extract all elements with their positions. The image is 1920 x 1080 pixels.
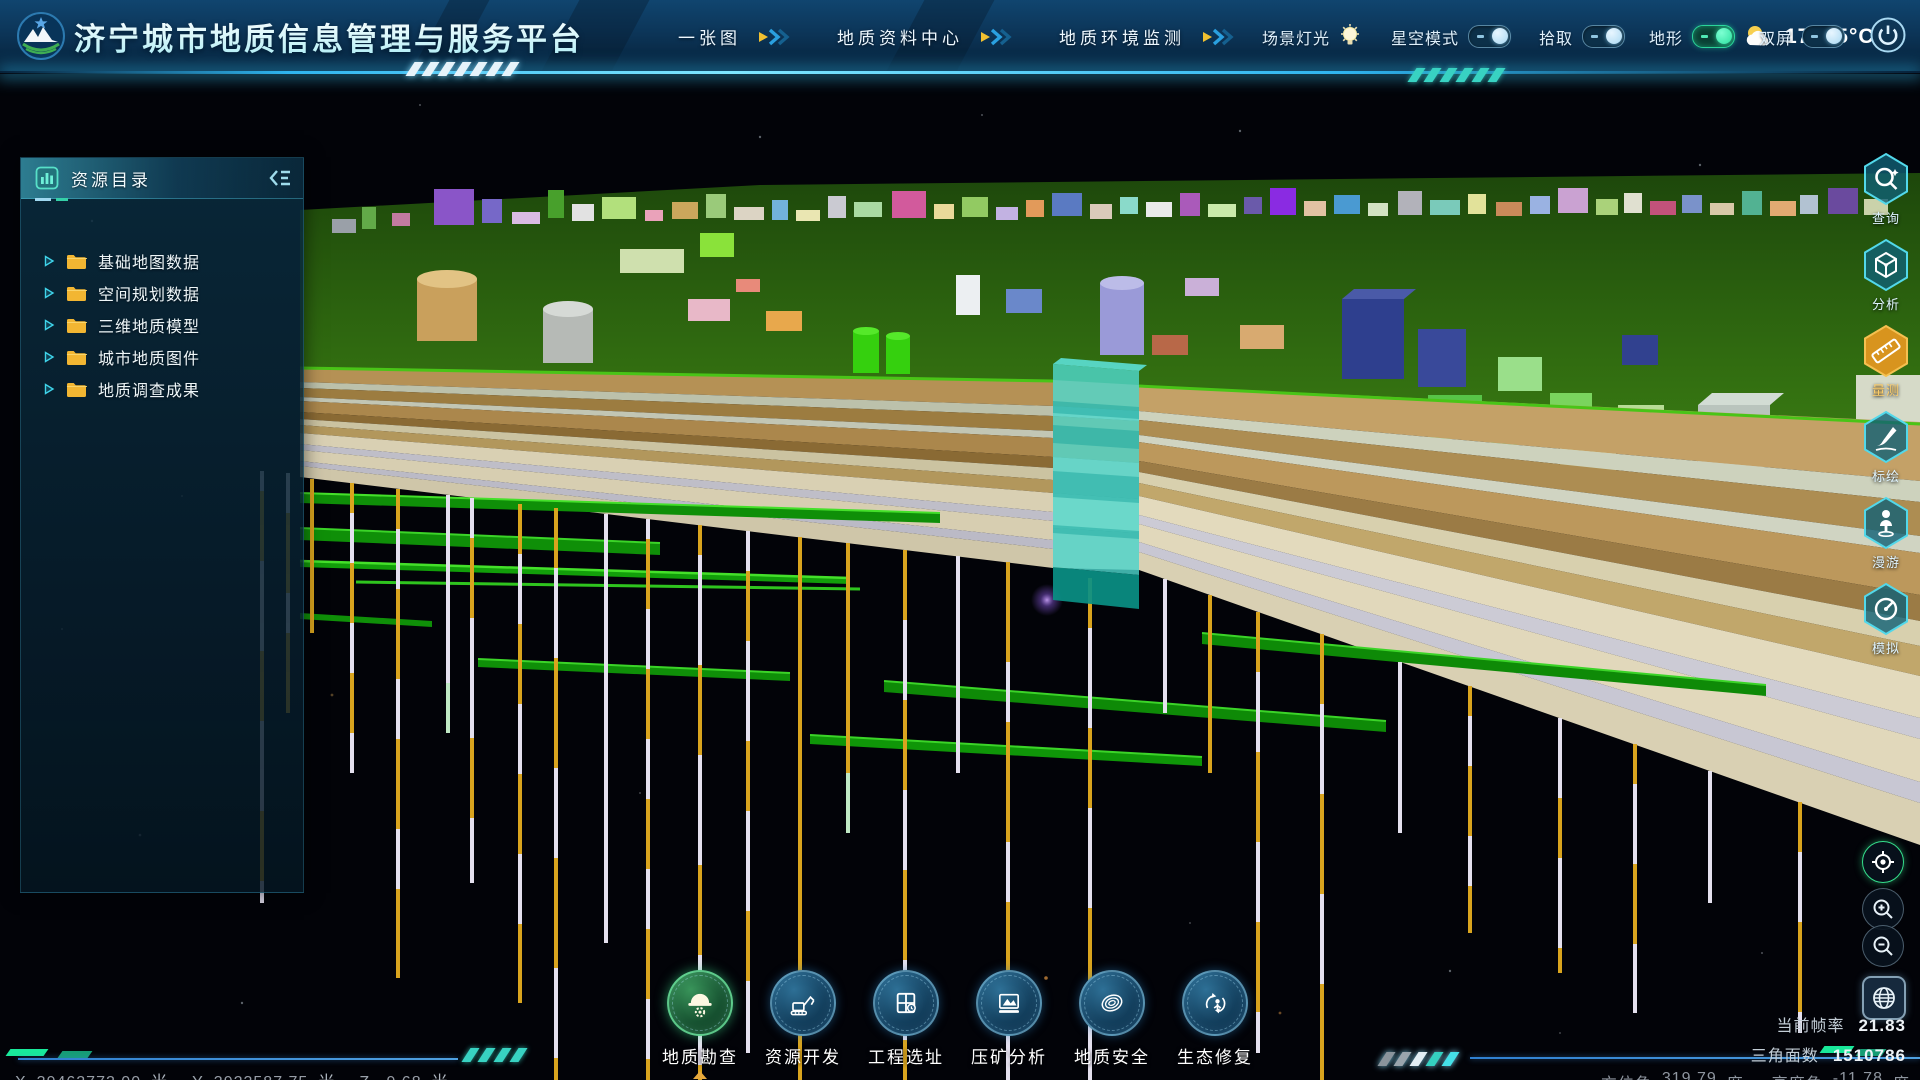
top-header-bar: 济宁城市地质信息管理与服务平台 一张图 地质资料中心 地质环境监测 xyxy=(0,0,1920,73)
tree-item-base-map-data[interactable]: 基础地图数据 xyxy=(21,245,303,277)
selection-column xyxy=(1053,358,1147,609)
cursor-coordinates: X39462772.00米 Y3923587.75米 Z-9.68米 xyxy=(15,1068,463,1080)
dock-site-selection[interactable]: 工程选址 xyxy=(851,970,961,1068)
tree-item-3d-geo-model[interactable]: 三维地质模型 xyxy=(21,309,303,341)
person-roam-icon xyxy=(1862,496,1910,550)
search-icon xyxy=(1862,152,1910,206)
strata-contour-icon xyxy=(1079,970,1145,1036)
fps-value: 21.83 xyxy=(1858,1016,1906,1036)
dock-ore-pressure-analysis[interactable]: 压矿分析 xyxy=(954,970,1064,1068)
mountain-ore-icon xyxy=(976,970,1042,1036)
tree-item-spatial-planning-data[interactable]: 空间规划数据 xyxy=(21,277,303,309)
crosshair-locate-icon xyxy=(1871,850,1895,874)
toggle-starsky[interactable] xyxy=(1468,25,1511,48)
zoom-out-icon xyxy=(1871,934,1895,958)
expand-arrow-icon[interactable] xyxy=(43,351,55,363)
tree-item-geo-survey-results[interactable]: 地质调查成果 xyxy=(21,373,303,405)
power-button[interactable] xyxy=(1869,16,1907,54)
platform-logo xyxy=(16,11,66,61)
nav-item-data-center[interactable]: 地质资料中心 xyxy=(837,24,1013,49)
toggle-dualscreen[interactable] xyxy=(1802,25,1845,48)
dock-resource-development[interactable]: 资源开发 xyxy=(748,970,858,1068)
folder-icon xyxy=(66,317,87,334)
right-toolbar: 查询 分析 量测 标绘 xyxy=(1856,152,1916,657)
panel-header-decor xyxy=(35,198,68,201)
main-nav: 一张图 地质资料中心 地质环境监测 xyxy=(678,0,1235,73)
excavator-icon xyxy=(770,970,836,1036)
header-glow-line xyxy=(0,71,1920,74)
scene-light-label: 场景灯光 xyxy=(1262,25,1330,49)
double-chevron-right-icon xyxy=(1201,28,1235,46)
toggle-dualscreen-label: 双屏 xyxy=(1759,25,1793,49)
tree-item-urban-geo-maps[interactable]: 城市地质图件 xyxy=(21,341,303,373)
nav-item-env-monitor[interactable]: 地质环境监测 xyxy=(1059,24,1235,49)
expand-arrow-icon[interactable] xyxy=(43,255,55,267)
dock-geological-survey[interactable]: 地质勘查 xyxy=(645,970,755,1079)
decor-slashes-top-left xyxy=(410,62,515,76)
eco-restore-icon xyxy=(1182,970,1248,1036)
ruler-measure-icon xyxy=(1862,324,1910,378)
zoom-in-icon xyxy=(1871,897,1895,921)
triangles-label: 三角面数 xyxy=(1751,1042,1819,1066)
panel-header: 资源目录 xyxy=(21,158,303,199)
tool-roam[interactable]: 漫游 xyxy=(1862,496,1910,571)
tool-query[interactable]: 查询 xyxy=(1862,152,1910,227)
globe-icon xyxy=(1871,985,1897,1011)
locate-button[interactable] xyxy=(1862,841,1904,883)
bar-chart-icon xyxy=(35,166,59,190)
double-chevron-right-icon xyxy=(757,28,791,46)
resource-catalog-panel: 资源目录 基础地图数据 空间规划数据 三维地质模型 城市地质图件 xyxy=(20,157,304,893)
toggle-terrain-label: 地形 xyxy=(1649,25,1683,49)
folder-icon xyxy=(66,381,87,398)
building-site-icon xyxy=(873,970,939,1036)
light-bulb-icon[interactable] xyxy=(1337,23,1363,51)
decor-slashes-bottom-left xyxy=(466,1048,523,1062)
decor-slashes-top-right xyxy=(1412,68,1501,82)
folder-icon xyxy=(66,349,87,366)
toggle-pick[interactable] xyxy=(1582,25,1625,48)
fps-label: 当前帧率 xyxy=(1776,1012,1844,1036)
tool-measure[interactable]: 量测 xyxy=(1862,324,1910,399)
panel-title: 资源目录 xyxy=(71,166,151,191)
dock-geological-safety[interactable]: 地质安全 xyxy=(1057,970,1167,1068)
expand-arrow-icon[interactable] xyxy=(43,287,55,299)
active-dock-caret xyxy=(693,1071,707,1079)
tool-analyze[interactable]: 分析 xyxy=(1862,238,1910,313)
zoom-out-button[interactable] xyxy=(1862,925,1904,967)
decor-slashes-bottom-right xyxy=(1382,1052,1455,1066)
zoom-in-button[interactable] xyxy=(1862,888,1904,930)
expand-arrow-icon[interactable] xyxy=(43,383,55,395)
toggle-starsky-label: 星空模式 xyxy=(1391,25,1459,49)
decor-dash xyxy=(6,1049,49,1056)
header-controls: 场景灯光 星空模式 拾取 地形 双屏 xyxy=(1262,0,1845,73)
decor-dash xyxy=(58,1051,93,1058)
cube-analyze-icon xyxy=(1862,238,1910,292)
collapse-panel-icon[interactable] xyxy=(269,167,293,189)
folder-icon xyxy=(66,253,87,270)
camera-angles: 方位角319.79度 高度角-11.78度 xyxy=(1601,1070,1910,1080)
expand-arrow-icon[interactable] xyxy=(43,319,55,331)
geology-platform-app: { "header": { "title": "济宁城市地质信息管理与服务平台"… xyxy=(0,0,1920,1080)
triangles-value: 1510786 xyxy=(1833,1046,1906,1066)
dock-eco-restoration[interactable]: 生态修复 xyxy=(1160,970,1270,1068)
resource-tree: 基础地图数据 空间规划数据 三维地质模型 城市地质图件 地质调查成果 xyxy=(21,199,303,405)
performance-stats: 当前帧率 21.83 三角面数 1510786 xyxy=(1751,1012,1906,1072)
toggle-pick-label: 拾取 xyxy=(1539,25,1573,49)
double-chevron-right-icon xyxy=(979,28,1013,46)
tool-simulate[interactable]: 模拟 xyxy=(1862,582,1910,657)
tool-plot[interactable]: 标绘 xyxy=(1862,410,1910,485)
decor-line-left xyxy=(18,1058,458,1060)
folder-icon xyxy=(66,285,87,302)
nav-item-one-map[interactable]: 一张图 xyxy=(678,24,791,49)
helmet-survey-icon xyxy=(667,970,733,1036)
toggle-terrain[interactable] xyxy=(1692,25,1735,48)
gauge-simulate-icon xyxy=(1862,582,1910,636)
brush-plot-icon xyxy=(1862,410,1910,464)
